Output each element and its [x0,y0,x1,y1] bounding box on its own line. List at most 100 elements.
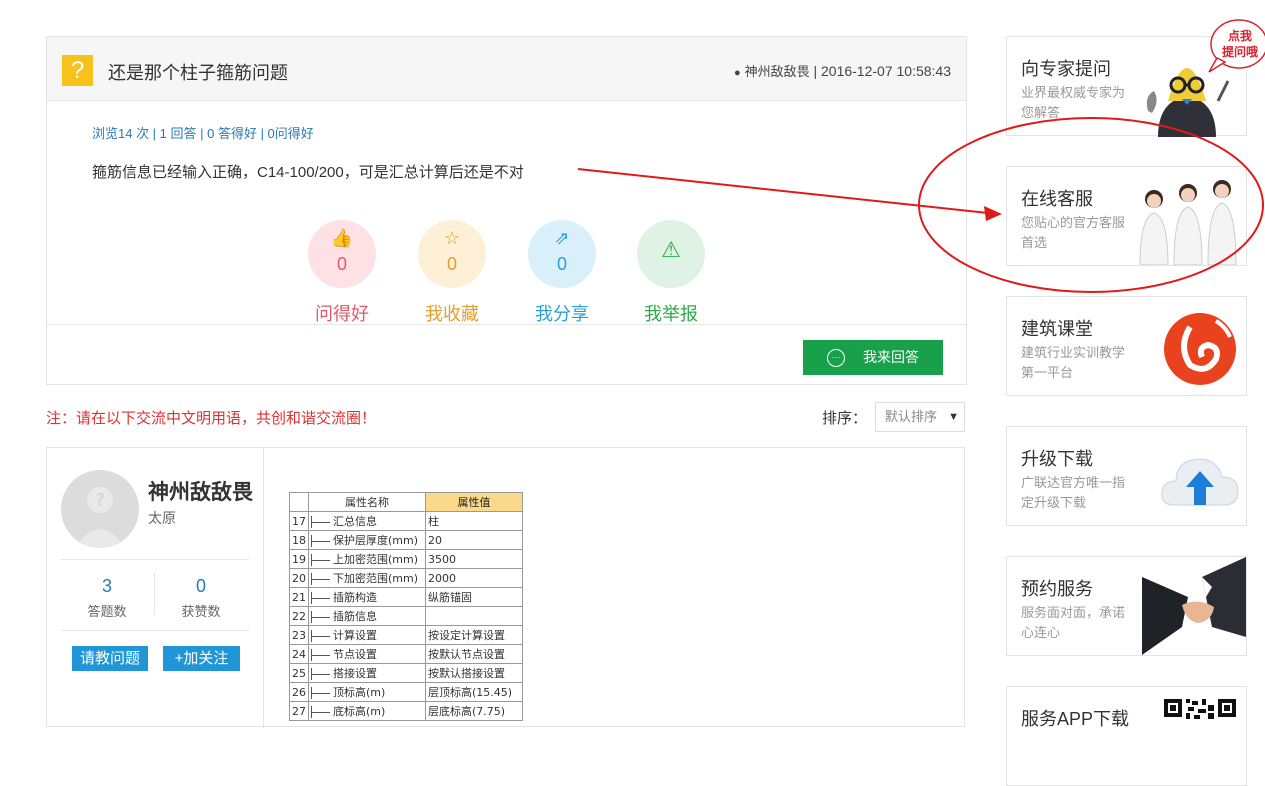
property-name: 上加密范围(mm) [333,553,419,566]
table-header-value: 属性值 [425,492,523,512]
follow-button[interactable]: +加关注 [163,646,240,671]
tree-line [312,521,330,523]
action-share[interactable]: ⇗ 0 我分享 [528,220,596,326]
table-cell-value: 20 [425,530,523,550]
sort-label: 排序： [822,410,868,427]
table-cell-value [425,606,523,626]
tree-line [312,616,330,618]
tree-line [312,597,330,599]
table-cell-name: 上加密范围(mm) [308,549,426,569]
table-cell-name: 汇总信息 [308,511,426,531]
answerer-name[interactable]: 神州敌敌畏 [148,476,253,506]
answers-label: 答题数 [87,604,127,619]
table-row: 21 插筋构造 纵筋锚固 [289,587,523,607]
report-label[interactable]: 我举报 [621,300,721,326]
answerer-location: 太原 [148,510,176,526]
report-circle[interactable]: ⚠ [637,220,705,288]
share-label[interactable]: 我分享 [512,300,612,326]
ask-question-button[interactable]: 请教问题 [72,646,148,671]
table-cell-name: 计算设置 [308,625,426,645]
tree-line [312,673,330,675]
star-icon: ☆ [443,228,461,248]
tree-line [312,692,330,694]
favorite-label[interactable]: 我收藏 [402,300,502,326]
table-row: 20 下加密范围(mm) 2000 [289,568,523,588]
property-name: 下加密范围(mm) [333,572,419,585]
cloud-upload-icon [1161,458,1239,506]
table-header-name: 属性名称 [308,492,426,512]
svg-text:?: ? [95,490,105,511]
answerer-panel: ? 神州敌敌畏 太原 3 答题数 0 获赞数 请教问题 +加关注 [47,448,264,728]
sidebar-card-upgrade[interactable]: 升级下载 广联达官方唯一指定升级下载 [1006,426,1247,526]
table-cell-value: 纵筋锚固 [425,587,523,607]
table-row: 22 插筋信息 [289,606,523,626]
like-circle[interactable]: 👍 0 [308,220,376,288]
annotation-arrow-head [984,206,1002,221]
sidebar-card-appointment[interactable]: 预约服务 服务面对面，承诺心连心 [1006,556,1247,656]
property-name: 汇总信息 [333,515,377,528]
tree-line [312,711,330,713]
question-meta: ● 神州敌敌畏 | 2016-12-07 10:58:43 [734,61,951,80]
property-table-image: 属性名称 属性值 17 汇总信息柱 18 保护层厚度(mm) 20 19 上加密范围(mm)… [289,492,523,721]
table-cell-value: 2000 [425,568,523,588]
author-link[interactable]: 神州敌敌畏 [745,64,810,79]
table-cell-name: 节点设置 [308,644,426,664]
favorite-circle[interactable]: ☆ 0 [418,220,486,288]
dropdown-arrow-icon: ▼ [948,411,959,423]
question-stats: 浏览14 次 | 1 回答 | 0 答得好 | 0问得好 [92,126,314,141]
table-cell-index: 25 [289,663,309,683]
tree-line [312,559,330,561]
table-row: 17 汇总信息 柱 [289,511,523,531]
answers-count: 3 [101,576,112,596]
answer-button-label: 我来回答 [863,349,919,365]
table-cell-name: 保护层厚度(mm) [308,530,426,550]
customer-service-icon [1139,180,1237,265]
action-favorite[interactable]: ☆ 0 我收藏 [418,220,486,326]
table-header-index [289,492,309,512]
divider [61,559,249,560]
property-name: 顶标高(m) [333,686,386,699]
question-body: 箍筋信息已经输入正确，C14-100/200，可是汇总计算后还是不对 [92,164,524,181]
likes-label: 获赞数 [181,604,221,619]
table-cell-name: 顶标高(m) [308,682,426,702]
sidebar-card-title: 建筑课堂 [1021,319,1093,339]
action-like[interactable]: 👍 0 问得好 [308,220,376,326]
table-cell-index: 21 [289,587,309,607]
table-cell-index: 19 [289,549,309,569]
qr-code-icon [1164,699,1236,719]
question-datetime: 2016-12-07 10:58:43 [821,63,951,79]
answer-button[interactable]: ··· 我来回答 [803,340,943,375]
ask-me-badge[interactable]: 点我 提问哦 [1207,18,1265,73]
table-cell-value: 按设定计算设置 [425,625,523,645]
sidebar-card-classroom[interactable]: 建筑课堂 建筑行业实训教学第一平台 [1006,296,1247,396]
user-icon: ● [734,67,741,79]
likes-count: 0 [195,576,206,596]
sidebar-card-desc: 服务面对面，承诺心连心 [1021,605,1126,640]
action-report[interactable]: ⚠ 我举报 [637,220,705,326]
question-header: ? 还是那个柱子箍筋问题 ● 神州敌敌畏 | 2016-12-07 10:58:… [47,37,966,101]
classroom-logo-icon [1164,313,1236,385]
tree-line [312,635,330,637]
sidebar-card-customer-service[interactable]: 在线客服 您贴心的官方客服首选 [1006,166,1247,266]
property-name: 保护层厚度(mm) [333,534,419,547]
table-row: 19 上加密范围(mm) 3500 [289,549,523,569]
table-cell-name: 插筋构造 [308,587,426,607]
table-cell-value: 3500 [425,549,523,569]
property-name: 计算设置 [333,629,377,642]
table-cell-name: 搭接设置 [308,663,426,683]
question-title: 还是那个柱子箍筋问题 [108,63,288,83]
sidebar-card-title: 服务APP下载 [1021,709,1130,729]
chat-icon: ··· [827,349,845,368]
share-circle[interactable]: ⇗ 0 [528,220,596,288]
sidebar-card-title: 向专家提问 [1021,59,1111,79]
table-row: 26 顶标高(m) 层顶标高(15.45) [289,682,523,702]
sort-select[interactable]: 默认排序 ▼ [875,402,965,432]
answers-count-group: 3 答题数 [67,576,147,620]
avatar[interactable]: ? [61,470,139,548]
sidebar-card-app-download[interactable]: 服务APP下载 [1006,686,1247,786]
thumbs-up-icon: 👍 [330,228,354,248]
like-label[interactable]: 问得好 [292,300,392,326]
table-header-row: 属性名称 属性值 [289,492,523,512]
handshake-icon [1142,557,1246,655]
tree-line [312,654,330,656]
